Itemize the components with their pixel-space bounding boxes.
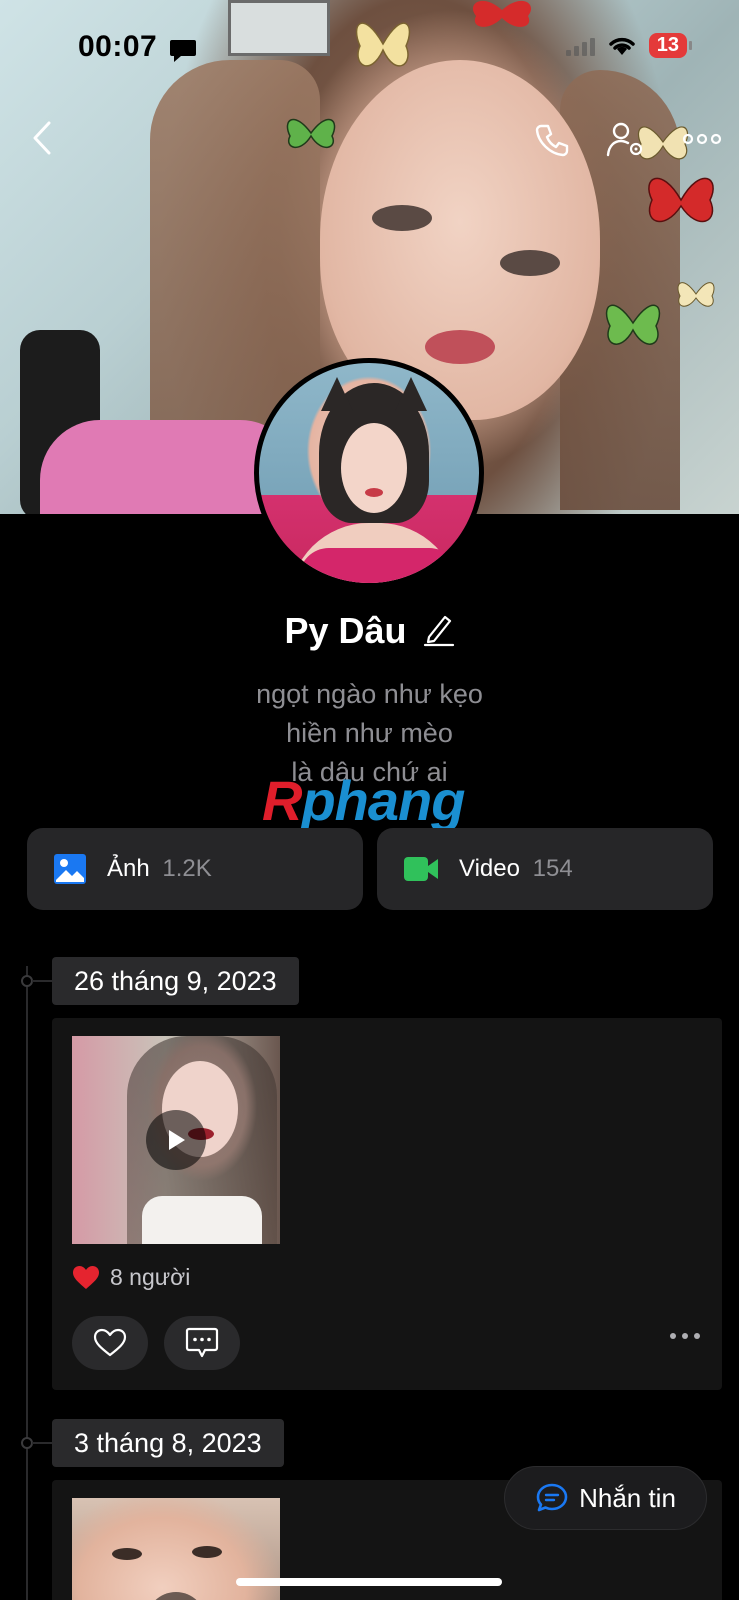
videos-count: 154	[532, 855, 573, 882]
media-buttons: Ảnh 1.2K Video 154	[27, 828, 713, 910]
thumb-eye	[192, 1546, 222, 1558]
bio-line: hiền như mèo	[286, 718, 453, 748]
photos-count: 1.2K	[162, 855, 212, 882]
chevron-left-icon	[33, 121, 51, 155]
heart-outline-icon	[93, 1328, 127, 1357]
reaction-summary[interactable]: 8 người	[72, 1264, 190, 1291]
message-icon	[536, 1483, 568, 1512]
watermark-rest: phang	[301, 769, 465, 832]
battery-indicator: 13	[648, 33, 693, 58]
status-time: 00:07	[78, 30, 158, 63]
avatar-mouth	[365, 488, 383, 497]
videos-label: Video	[459, 855, 520, 882]
dot	[670, 1333, 676, 1339]
timeline-date: 26 tháng 9, 2023	[52, 957, 299, 1005]
avatar-face	[341, 423, 407, 513]
avatar-cat-ear-right	[395, 377, 427, 411]
profile-name: Py Dâu	[284, 610, 407, 651]
cover-eye-right	[500, 250, 560, 276]
like-button[interactable]	[72, 1316, 148, 1370]
comment-icon	[185, 1327, 219, 1358]
profile-name-row: Py Dâu	[0, 610, 739, 652]
play-icon	[169, 1130, 185, 1150]
butterfly-green-icon	[286, 118, 336, 148]
play-button[interactable]	[146, 1592, 206, 1600]
avatar-cat-ear-left	[321, 377, 353, 411]
wifi-icon	[609, 37, 635, 55]
reaction-count: 8 người	[110, 1264, 191, 1290]
signal-icon	[565, 36, 595, 56]
photos-label: Ảnh	[107, 855, 150, 882]
image-icon	[54, 854, 86, 884]
butterfly-red-right-icon	[648, 177, 714, 223]
status-indicators: 13	[565, 33, 693, 58]
butterfly-small-icon	[677, 282, 715, 307]
profile-settings-button[interactable]	[604, 118, 648, 162]
edit-name-button[interactable]	[423, 611, 455, 652]
timeline-post: 8 người	[52, 1018, 722, 1390]
dot	[682, 1333, 688, 1339]
phone-icon	[535, 124, 569, 157]
cover-lips	[425, 330, 495, 364]
dot	[694, 1333, 700, 1339]
butterfly-green-right-icon	[605, 304, 661, 345]
thumb-eye	[112, 1548, 142, 1560]
video-thumbnail[interactable]	[72, 1036, 280, 1244]
play-button[interactable]	[146, 1110, 206, 1170]
photos-button[interactable]: Ảnh 1.2K	[27, 828, 363, 910]
chat-notification-icon	[170, 40, 196, 62]
timeline-line	[26, 966, 28, 1600]
butterfly-red-icon	[472, 0, 532, 27]
watermark-first-letter: R	[262, 769, 302, 832]
comment-button[interactable]	[164, 1316, 240, 1370]
avatar-dress	[299, 548, 459, 583]
profile-avatar[interactable]	[254, 358, 484, 588]
post-more-button[interactable]	[670, 1333, 700, 1339]
timeline-date: 3 tháng 8, 2023	[52, 1419, 284, 1467]
wall-frame	[228, 0, 330, 56]
butterfly-yellow-icon	[355, 22, 411, 67]
bio-line: ngọt ngào như kẹo	[256, 679, 483, 709]
more-options-button[interactable]	[680, 124, 724, 154]
user-settings-icon	[606, 122, 643, 157]
videos-button[interactable]: Video 154	[377, 828, 713, 910]
message-button-label: Nhắn tin	[579, 1482, 676, 1513]
heart-icon	[73, 1265, 99, 1289]
cover-eye-left	[372, 205, 432, 231]
watermark-logo: Rphang	[262, 768, 465, 833]
call-button[interactable]	[530, 118, 574, 162]
video-icon	[404, 857, 438, 881]
home-indicator[interactable]	[236, 1578, 502, 1586]
more-icon	[682, 133, 722, 145]
back-button[interactable]	[22, 116, 62, 160]
message-button[interactable]: Nhắn tin	[504, 1466, 707, 1530]
thumb-top	[142, 1196, 262, 1244]
pencil-icon	[423, 615, 454, 646]
